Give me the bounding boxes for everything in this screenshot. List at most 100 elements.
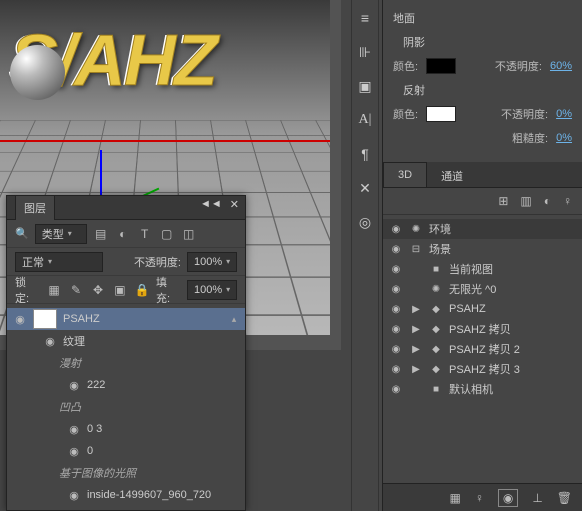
filter-smart-icon[interactable]: ◫ xyxy=(181,226,197,242)
search-icon[interactable]: 🔍 xyxy=(15,227,29,240)
tool-cc-icon[interactable]: ◎ xyxy=(355,212,375,232)
opacity-label: 不透明度: xyxy=(134,254,181,270)
lock-artboard-icon[interactable]: ▣ xyxy=(112,282,128,298)
roughness-value[interactable]: 0% xyxy=(556,132,572,144)
tool-align-top-icon[interactable]: ≡ xyxy=(355,8,375,28)
blend-row: 正常▾ 不透明度: 100%▾ xyxy=(7,248,245,276)
ground-label: 地面 xyxy=(393,10,415,26)
layer-row-diffuse[interactable]: 漫射 xyxy=(7,352,245,374)
filter-image-icon[interactable]: ▤ xyxy=(93,226,109,242)
tree-row-copy1[interactable]: ◉▶◆PSAHZ 拷贝 xyxy=(383,319,582,339)
light-new-icon[interactable]: ♀ xyxy=(475,491,484,505)
tool-crossed-icon[interactable]: ✕ xyxy=(355,178,375,198)
layer-tree: ◉ PSAHZ ▴ ◉ 纹理 漫射 ◉ 222 凹凸 ◉ 0 3 ◉ 0 基于图… xyxy=(7,304,245,510)
mesh-icon: ◆ xyxy=(429,344,443,355)
tab-3d[interactable]: 3D xyxy=(383,162,427,187)
opacity-input[interactable]: 100%▾ xyxy=(187,252,237,272)
layer-row-diffuse-item[interactable]: ◉ 222 xyxy=(7,374,245,396)
lock-brush-icon[interactable]: ✎ xyxy=(68,282,84,298)
eye-icon[interactable]: ◉ xyxy=(389,324,403,335)
new-icon[interactable]: ⊥ xyxy=(532,491,542,505)
filter-light-icon[interactable]: ♀ xyxy=(563,194,572,208)
eye-icon[interactable]: ◉ xyxy=(67,445,81,458)
lock-all-icon[interactable]: 🔒 xyxy=(134,282,150,298)
tab-layers[interactable]: 图层 xyxy=(15,195,55,220)
lock-pixels-icon[interactable]: ▦ xyxy=(46,282,62,298)
properties-section: 地面 阴影 颜色: 不透明度: 60% 反射 颜色: 不透明度: 0% 粗糙度:… xyxy=(383,0,582,156)
3d-sphere[interactable] xyxy=(10,45,65,100)
eye-icon[interactable]: ◉ xyxy=(389,224,403,235)
close-icon[interactable]: ✕ xyxy=(230,198,239,211)
filter-shape-icon[interactable]: ▢ xyxy=(159,226,175,242)
filter-material-icon[interactable]: ◐ xyxy=(544,194,551,208)
eye-icon[interactable]: ◉ xyxy=(43,335,57,348)
tree-row-copy2[interactable]: ◉▶◆PSAHZ 拷贝 2 xyxy=(383,339,582,359)
layer-row-bump[interactable]: 凹凸 xyxy=(7,396,245,418)
tree-row-scene[interactable]: ◉⊟场景 xyxy=(383,239,582,259)
refl-color-label: 颜色: xyxy=(393,106,418,122)
tree-row-psahz[interactable]: ◉▶◆PSAHZ xyxy=(383,299,582,319)
layer-row-bump-1[interactable]: ◉ 0 3 xyxy=(7,418,245,440)
refl-opacity-label: 不透明度: xyxy=(501,106,548,122)
color-label: 颜色: xyxy=(393,58,418,74)
lock-move-icon[interactable]: ✥ xyxy=(90,282,106,298)
tool-user-icon[interactable]: ▣ xyxy=(355,76,375,96)
lock-label: 锁定: xyxy=(15,274,40,306)
shadow-opacity-value[interactable]: 60% xyxy=(550,60,572,72)
fill-label: 填充: xyxy=(156,274,181,306)
tree-row-environment[interactable]: ◉✺环境 xyxy=(383,219,582,239)
refl-color-swatch[interactable] xyxy=(426,106,456,122)
eye-icon[interactable]: ◉ xyxy=(389,244,403,255)
eye-icon[interactable]: ◉ xyxy=(67,379,81,392)
filter-type-select[interactable]: 类型▾ xyxy=(35,224,87,244)
trash-icon[interactable]: 🗑 xyxy=(557,491,572,505)
tab-channels[interactable]: 通道 xyxy=(427,162,477,187)
eye-icon[interactable]: ◉ xyxy=(67,423,81,436)
fill-input[interactable]: 100%▾ xyxy=(187,280,237,300)
filter-mesh-icon[interactable]: ▥ xyxy=(520,194,531,208)
chevron-right-icon[interactable]: ▶ xyxy=(409,304,423,315)
chevron-right-icon[interactable]: ▶ xyxy=(409,324,423,335)
filter-type-icon[interactable]: T xyxy=(137,226,153,242)
texture-label: 纹理 xyxy=(63,333,85,349)
eye-icon[interactable]: ◉ xyxy=(389,264,403,275)
tool-align-side-icon[interactable]: ⊪ xyxy=(355,42,375,62)
blend-mode-select[interactable]: 正常▾ xyxy=(15,252,103,272)
eye-icon[interactable]: ◉ xyxy=(67,489,81,502)
shadow-color-swatch[interactable] xyxy=(426,58,456,74)
tree-row-default-cam[interactable]: ◉■默认相机 xyxy=(383,379,582,399)
layer-row-bump-2[interactable]: ◉ 0 xyxy=(7,440,245,462)
layer-row-texture[interactable]: ◉ 纹理 xyxy=(7,330,245,352)
filter-adjust-icon[interactable]: ◐ xyxy=(115,226,131,242)
right-column: 地面 阴影 颜色: 不透明度: 60% 反射 颜色: 不透明度: 0% 粗糙度:… xyxy=(382,0,582,511)
surface-icon[interactable]: ▦ xyxy=(449,491,460,505)
mesh-icon: ◆ xyxy=(429,324,443,335)
filter-scene-icon[interactable]: ⊞ xyxy=(498,194,508,208)
ibl-label: 基于图像的光照 xyxy=(59,465,136,481)
eye-icon[interactable]: ◉ xyxy=(389,304,403,315)
light-icon: ✺ xyxy=(429,284,443,295)
tool-type-icon[interactable]: A| xyxy=(355,110,375,130)
eye-icon[interactable]: ◉ xyxy=(389,344,403,355)
eye-icon[interactable]: ◉ xyxy=(389,384,403,395)
layer-row-ibl[interactable]: 基于图像的光照 xyxy=(7,462,245,484)
eye-icon[interactable]: ◉ xyxy=(389,284,403,295)
tree-row-current-view[interactable]: ◉■当前视图 xyxy=(383,259,582,279)
eye-icon[interactable]: ◉ xyxy=(13,313,27,326)
layer-row-ibl-item[interactable]: ◉ inside-1499607_960_720 xyxy=(7,484,245,506)
tool-paragraph-icon[interactable]: ¶ xyxy=(355,144,375,164)
chevron-right-icon[interactable]: ▶ xyxy=(409,364,423,375)
shadow-opacity-label: 不透明度: xyxy=(495,58,542,74)
mesh-icon: ◆ xyxy=(429,304,443,315)
render-icon[interactable]: ◉ xyxy=(498,489,518,507)
collapse-icon[interactable]: ◄◄ xyxy=(200,198,222,211)
chevron-right-icon[interactable]: ▶ xyxy=(409,344,423,355)
eye-icon[interactable]: ◉ xyxy=(389,364,403,375)
layer-thumbnail[interactable] xyxy=(33,309,57,329)
reflection-label: 反射 xyxy=(403,82,425,98)
refl-opacity-value[interactable]: 0% xyxy=(556,108,572,120)
3d-bottom-bar: ▦ ♀ ◉ ⊥ 🗑 xyxy=(383,483,582,511)
tree-row-copy3[interactable]: ◉▶◆PSAHZ 拷贝 3 xyxy=(383,359,582,379)
layer-row-psahz[interactable]: ◉ PSAHZ ▴ xyxy=(7,308,245,330)
tree-row-infinite-light[interactable]: ◉✺无限光 ^0 xyxy=(383,279,582,299)
